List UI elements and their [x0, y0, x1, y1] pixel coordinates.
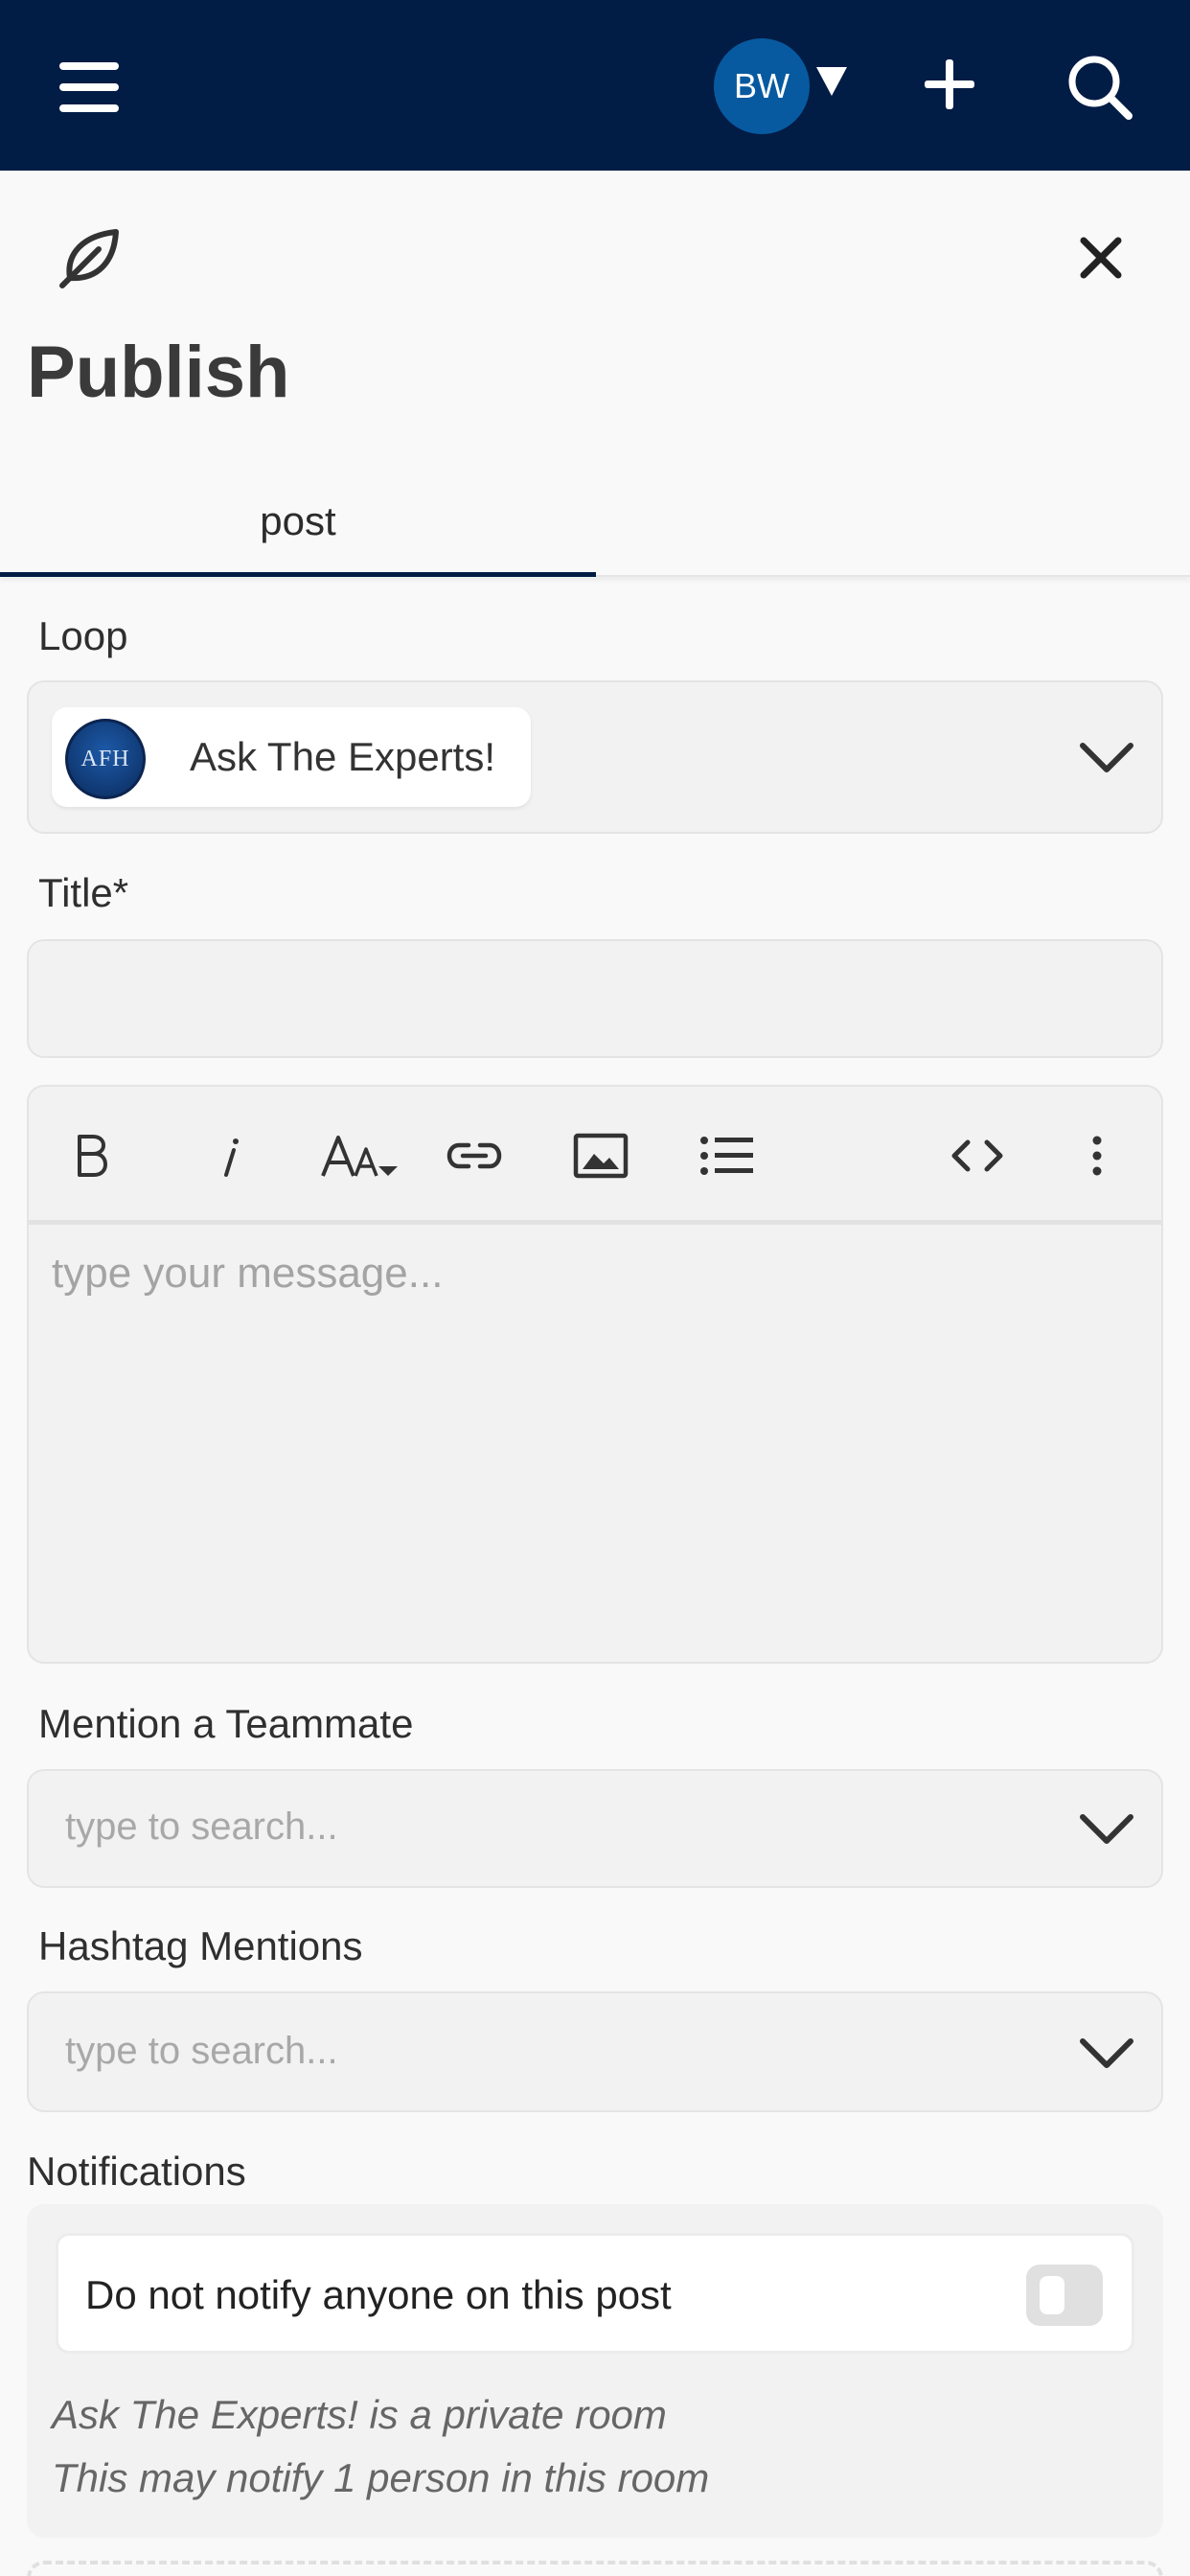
private-room-note: Ask The Experts! is a private room: [52, 2392, 667, 2437]
title-label: Title*: [38, 870, 129, 915]
hamburger-menu-icon[interactable]: [59, 62, 119, 112]
font-size-icon[interactable]: [316, 1125, 402, 1186]
avatar-initials: BW: [734, 66, 790, 105]
title-input[interactable]: [27, 939, 1163, 1058]
close-icon[interactable]: [1078, 235, 1124, 281]
loop-label: Loop: [38, 613, 128, 658]
search-icon[interactable]: [1065, 53, 1134, 122]
selected-loop-chip: AFH Ask The Experts!: [52, 707, 531, 807]
plus-icon[interactable]: [923, 58, 976, 111]
hashtag-search-input[interactable]: type to search...: [27, 1991, 1163, 2112]
do-not-notify-toggle[interactable]: [1026, 2265, 1103, 2326]
top-header-bar: BW: [0, 0, 1190, 171]
more-icon[interactable]: [1083, 1125, 1111, 1186]
tab-bar: post: [0, 470, 1190, 577]
do-not-notify-row[interactable]: Do not notify anyone on this post: [56, 2233, 1134, 2354]
page-title: Publish: [27, 332, 290, 413]
chevron-down-icon[interactable]: [1079, 742, 1134, 774]
attachment-dropzone[interactable]: [27, 2561, 1163, 2576]
bold-icon[interactable]: [67, 1125, 115, 1186]
link-icon[interactable]: [441, 1125, 508, 1186]
italic-icon[interactable]: [211, 1125, 249, 1186]
mention-placeholder: type to search...: [65, 1806, 338, 1848]
bullet-list-icon[interactable]: [694, 1125, 761, 1186]
tab-post[interactable]: post: [0, 470, 596, 577]
notify-count-note: This may notify 1 person in this room: [52, 2455, 710, 2500]
chevron-down-icon[interactable]: [1079, 2037, 1134, 2070]
editor-toolbar: [29, 1087, 1161, 1225]
loop-select[interactable]: AFH Ask The Experts!: [27, 680, 1163, 834]
leaf-icon: [53, 222, 126, 295]
notifications-label: Notifications: [27, 2149, 246, 2194]
message-textarea[interactable]: type your message...: [52, 1250, 443, 1298]
user-avatar[interactable]: BW: [714, 38, 810, 134]
loop-name: Ask The Experts!: [190, 734, 496, 779]
caret-down-icon[interactable]: [816, 67, 847, 96]
do-not-notify-label: Do not notify anyone on this post: [85, 2272, 672, 2317]
hashtag-label: Hashtag Mentions: [38, 1923, 363, 1968]
loop-logo: AFH: [65, 719, 146, 799]
message-placeholder: type your message...: [52, 1250, 444, 1297]
message-editor: type your message...: [27, 1085, 1163, 1664]
mention-search-input[interactable]: type to search...: [27, 1769, 1163, 1888]
notifications-panel: Do not notify anyone on this post Ask Th…: [27, 2204, 1163, 2538]
image-icon[interactable]: [567, 1125, 634, 1186]
mention-label: Mention a Teammate: [38, 1701, 414, 1746]
loop-logo-text: AFH: [80, 746, 130, 771]
chevron-down-icon[interactable]: [1079, 1813, 1134, 1846]
toggle-knob: [1040, 2276, 1064, 2314]
code-icon[interactable]: [944, 1125, 1011, 1186]
hashtag-placeholder: type to search...: [65, 2030, 338, 2072]
